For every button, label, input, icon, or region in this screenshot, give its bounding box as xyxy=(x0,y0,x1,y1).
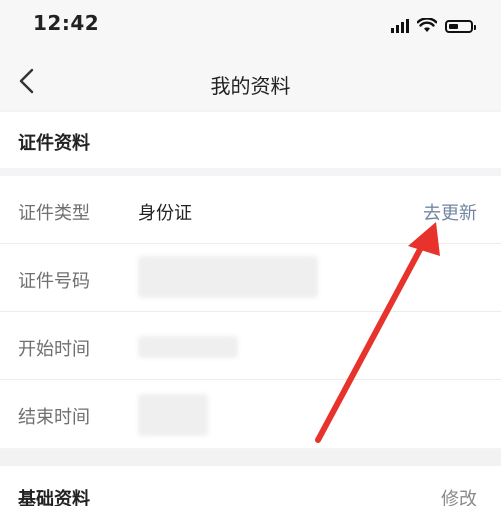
nav-bar: 我的资料 xyxy=(0,50,501,110)
redacted-value xyxy=(138,256,318,298)
section-gap xyxy=(0,450,501,466)
row-id-type: 证件类型 身份证 去更新 xyxy=(0,176,501,244)
row-label: 结束时间 xyxy=(18,407,90,428)
page-title: 我的资料 xyxy=(210,74,291,98)
id-info-section-header: 证件资料 xyxy=(0,112,501,168)
edit-link[interactable]: 修改 xyxy=(441,485,477,506)
redacted-value xyxy=(138,394,208,436)
battery-icon xyxy=(445,20,476,33)
status-bar: 12:42 xyxy=(0,0,501,50)
row-label: 证件号码 xyxy=(18,271,90,292)
row-value: 身份证 xyxy=(138,203,192,224)
row-label: 证件类型 xyxy=(18,203,90,224)
status-time: 12:42 xyxy=(33,11,100,35)
status-icons xyxy=(391,15,476,33)
row-label: 开始时间 xyxy=(18,339,90,360)
row-end-time: 结束时间 xyxy=(0,380,501,448)
section-title: 基础资料 xyxy=(18,489,90,506)
cellular-signal-icon xyxy=(391,19,409,33)
row-start-time: 开始时间 xyxy=(0,312,501,380)
section-title: 证件资料 xyxy=(18,133,90,154)
redacted-value xyxy=(138,336,238,358)
update-link[interactable]: 去更新 xyxy=(423,199,477,225)
wifi-icon xyxy=(417,18,437,32)
basic-info-section-header: 基础资料 修改 xyxy=(0,466,501,506)
row-id-number: 证件号码 xyxy=(0,244,501,312)
